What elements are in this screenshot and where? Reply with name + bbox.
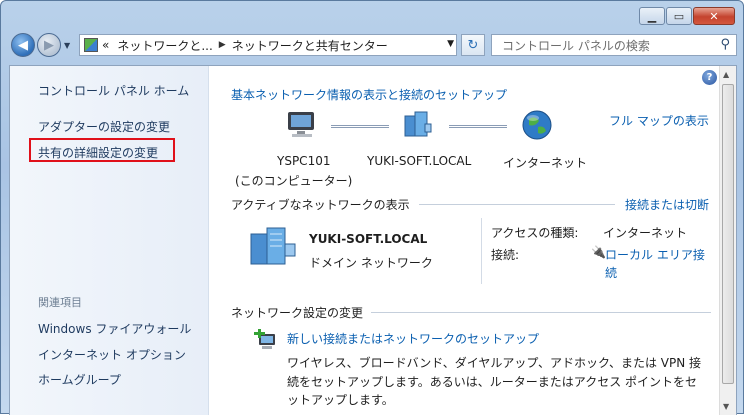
domain-network-large-icon — [250, 227, 296, 265]
minimize-button[interactable]: ▁ — [639, 7, 665, 25]
connection-label: 接続: — [491, 248, 520, 262]
computer-icon — [288, 112, 314, 137]
main-panel: ? 基本ネットワーク情報の表示と接続のセットアップ フル マップの表示 YSPC… — [209, 66, 736, 415]
back-button[interactable]: ◀ — [11, 33, 35, 57]
breadcrumb-network[interactable]: ネットワークと... — [117, 37, 212, 54]
connect-disconnect-link[interactable]: 接続または切断 — [625, 196, 709, 213]
setup-description-line: 続をセットアップします。あるいは、ルーターまたはアクセス ポイントをセ — [287, 375, 698, 389]
breadcrumb-overflow[interactable]: « — [102, 38, 109, 52]
related-heading: 関連項目 — [38, 296, 82, 309]
window: ▁ ▭ ✕ ◀ ▶ ▼ « ネットワークと... ▶ ネットワークと共有センター… — [0, 0, 744, 415]
search-placeholder: コントロール パネルの検索 — [502, 38, 650, 53]
address-bar[interactable]: « ネットワークと... ▶ ネットワークと共有センター ▼ — [79, 34, 457, 56]
sidebar-control-panel-home[interactable]: コントロール パネル ホーム — [38, 82, 189, 99]
change-settings-heading: ネットワーク設定の変更 — [231, 306, 364, 320]
page-title: 基本ネットワーク情報の表示と接続のセットアップ — [231, 88, 508, 102]
map-node-domain-label: YUKI-SOFT.LOCAL — [367, 154, 472, 168]
network-type: ドメイン ネットワーク — [309, 256, 433, 270]
navigation-toolbar: ◀ ▶ ▼ « ネットワークと... ▶ ネットワークと共有センター ▼ ↻ コ… — [7, 31, 737, 61]
access-type-value: インターネット — [603, 226, 688, 240]
highlight-box — [29, 138, 175, 162]
sidebar-adapter-settings[interactable]: アダプターの設定の変更 — [38, 118, 170, 135]
section-divider — [371, 312, 711, 313]
map-node-computer-label: YSPC101 — [277, 154, 331, 168]
maximize-button[interactable]: ▭ — [666, 7, 692, 25]
globe-icon — [522, 110, 552, 140]
connection-line — [331, 125, 389, 128]
help-icon[interactable]: ? — [702, 70, 717, 85]
full-map-link[interactable]: フル マップの表示 — [609, 112, 709, 129]
sidebar-related-homegroup[interactable]: ホームグループ — [38, 371, 121, 388]
scroll-up-icon[interactable]: ▲ — [723, 70, 729, 79]
setup-description-line: ットアップします。 — [287, 393, 394, 407]
search-input[interactable]: コントロール パネルの検索 ⚲ — [491, 34, 737, 56]
chevron-right-icon[interactable]: ▶ — [219, 40, 226, 50]
vertical-scrollbar[interactable]: ▲ ▼ — [719, 66, 736, 415]
scroll-down-icon[interactable]: ▼ — [723, 402, 729, 411]
caption-buttons: ▁ ▭ ✕ — [639, 7, 735, 25]
network-name: YUKI-SOFT.LOCAL — [309, 232, 428, 246]
refresh-icon: ↻ — [467, 37, 479, 53]
connection-line — [449, 125, 507, 128]
network-divider — [481, 218, 482, 284]
refresh-button[interactable]: ↻ — [461, 34, 485, 56]
new-connection-icon — [254, 329, 275, 349]
access-type-label: アクセスの種類: — [491, 226, 579, 240]
recent-pages-dropdown-icon[interactable]: ▼ — [64, 41, 70, 50]
map-node-internet-label: インターネット — [503, 156, 588, 170]
connection-link-wrap[interactable]: 続 — [605, 264, 617, 281]
network-center-icon — [84, 38, 98, 52]
close-button[interactable]: ✕ — [693, 7, 735, 25]
domain-network-icon — [404, 111, 432, 137]
search-icon[interactable]: ⚲ — [720, 37, 730, 52]
address-dropdown-icon[interactable]: ▼ — [447, 39, 454, 49]
connection-link[interactable]: ローカル エリア接 — [605, 246, 705, 263]
ethernet-plug-icon: 🔌 — [591, 245, 606, 259]
sidebar: コントロール パネル ホーム アダプターの設定の変更 共有の詳細設定の変更 関連… — [10, 66, 209, 415]
active-network-heading: アクティブなネットワークの表示 — [231, 198, 410, 212]
content-area: コントロール パネル ホーム アダプターの設定の変更 共有の詳細設定の変更 関連… — [9, 65, 737, 415]
section-divider — [419, 204, 615, 205]
breadcrumb-sharing-center[interactable]: ネットワークと共有センター — [232, 37, 388, 54]
map-node-computer-sub: (このコンピューター) — [235, 174, 353, 188]
sidebar-related-internet-options[interactable]: インターネット オプション — [38, 346, 186, 363]
setup-description-line: ワイヤレス、ブロードバンド、ダイヤルアップ、アドホック、または VPN 接 — [287, 356, 702, 370]
setup-connection-link[interactable]: 新しい接続またはネットワークのセットアップ — [287, 330, 539, 347]
forward-button[interactable]: ▶ — [37, 33, 61, 57]
scroll-thumb[interactable] — [722, 84, 734, 384]
sidebar-related-firewall[interactable]: Windows ファイアウォール — [38, 320, 191, 337]
